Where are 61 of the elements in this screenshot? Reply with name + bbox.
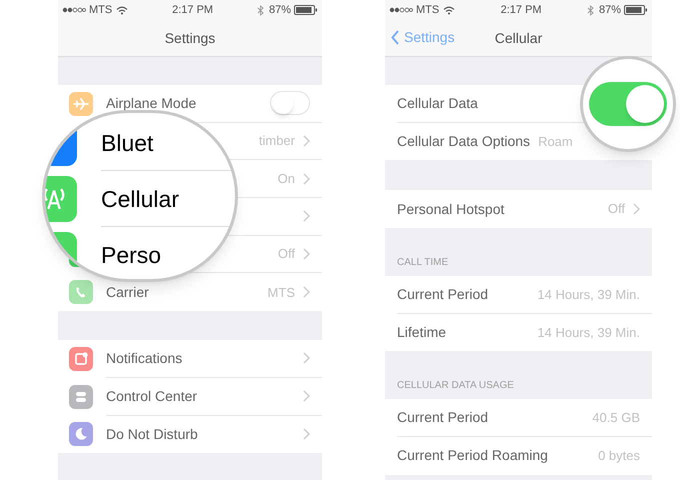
- airplane-icon: [69, 92, 93, 116]
- chevron-right-icon: [303, 286, 310, 298]
- row-label: Airplane Mode: [106, 94, 196, 113]
- row-label: Carrier: [106, 282, 149, 302]
- section-header: CALL TIME: [397, 256, 448, 270]
- row-value: Roam: [538, 132, 573, 151]
- chevron-right-icon: [633, 203, 640, 216]
- row-label: Personal Hotspot: [397, 200, 504, 219]
- row-value: 14 Hours, 39 Min.: [537, 324, 640, 342]
- chevron-right-icon: [303, 135, 310, 148]
- battery-icon: [624, 5, 648, 15]
- status-time: 2:17 PM: [500, 2, 543, 18]
- phone-icon: [69, 280, 93, 304]
- row-label: Current Period Roaming: [397, 446, 548, 466]
- signal-icon: [62, 7, 86, 13]
- row-label: Cellular Data Options: [397, 132, 530, 152]
- chevron-right-icon: [303, 428, 310, 440]
- back-button[interactable]: Settings: [391, 27, 455, 48]
- row-label: Current Period: [397, 284, 488, 304]
- carrier-name: MTS: [89, 2, 112, 18]
- magnified-label: Bluet: [101, 130, 154, 156]
- chevron-right-icon: [303, 352, 310, 364]
- section-header: CELLULAR DATA USAGE: [397, 379, 514, 394]
- moon-icon: [69, 422, 93, 446]
- row-label: Do Not Disturb: [106, 424, 198, 444]
- battery-percent: 87%: [598, 2, 621, 18]
- row-value: timber: [258, 132, 295, 150]
- row-label: Cellular Data: [397, 94, 478, 113]
- row-label: Current Period: [397, 408, 488, 428]
- row-value: On: [278, 170, 295, 188]
- nav-title: Cellular: [494, 28, 542, 48]
- row-label: Lifetime: [397, 323, 446, 342]
- row-value: 0 bytes: [598, 447, 640, 466]
- row-value: Off: [608, 200, 625, 218]
- signal-icon: [389, 7, 413, 13]
- bluetooth-icon: [256, 4, 264, 16]
- chevron-right-icon: [303, 390, 310, 402]
- chevron-right-icon: [303, 248, 310, 260]
- battery-icon: [294, 5, 318, 15]
- status-time: 2:17 PM: [171, 2, 214, 18]
- row-value: MTS: [268, 284, 295, 302]
- row-value: 14 Hours, 39 Min.: [537, 286, 640, 304]
- chevron-left-icon: [391, 30, 399, 45]
- chevron-right-icon: [303, 210, 310, 222]
- row-value: 40.5 GB: [592, 409, 640, 428]
- row-value: Off: [278, 245, 295, 264]
- row-label: Notifications: [106, 348, 182, 368]
- wifi-icon: [443, 6, 456, 14]
- row-label: Control Center: [106, 386, 198, 406]
- nav-title: Settings: [164, 28, 216, 48]
- toggles-icon: [69, 384, 93, 409]
- notification-icon: [69, 346, 93, 371]
- magnified-label: Perso: [101, 242, 162, 268]
- toggle-switch[interactable]: [270, 91, 310, 116]
- bluetooth-icon: [586, 4, 594, 16]
- battery-percent: 87%: [268, 2, 291, 18]
- toggle-switch[interactable]: [589, 82, 667, 126]
- carrier-name: MTS: [416, 2, 440, 18]
- magnified-label: Cellular: [101, 186, 179, 212]
- wifi-icon: [116, 6, 128, 14]
- chevron-right-icon: [303, 172, 310, 185]
